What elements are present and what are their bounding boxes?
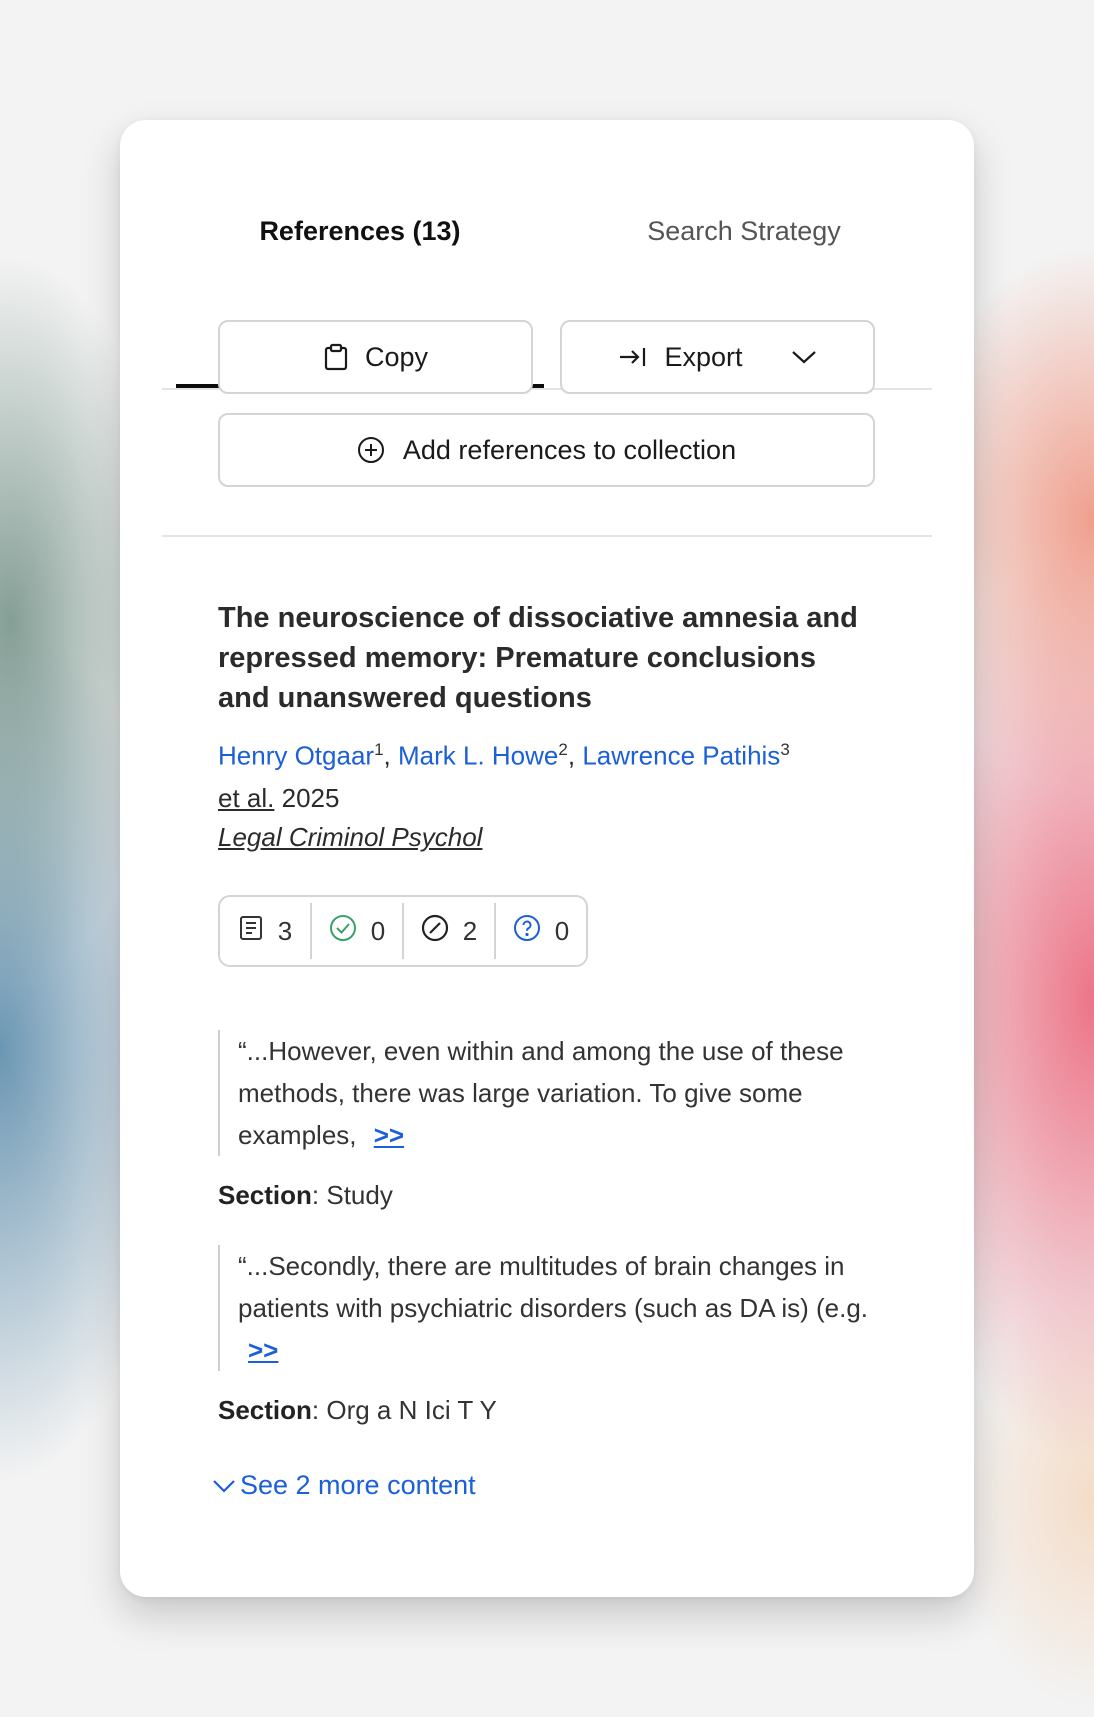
stat-mentions[interactable]: 3	[220, 897, 310, 965]
author-line: Henry Otgaar1, Mark L. Howe2, Lawrence P…	[218, 740, 790, 813]
see-more-content-link[interactable]: See 2 more content	[212, 1470, 476, 1501]
export-arrow-icon	[618, 345, 648, 369]
add-to-collection-button[interactable]: Add references to collection	[218, 413, 875, 487]
stat-contrasting[interactable]: 2	[402, 903, 494, 959]
section-divider	[162, 535, 932, 537]
add-to-collection-label: Add references to collection	[402, 434, 737, 465]
affiliation-number: 2	[558, 740, 568, 759]
export-label: Export	[664, 341, 743, 372]
section-value: : Org a N Ici T Y	[311, 1395, 497, 1425]
excerpt-section: Section: Org a N Ici T Y	[218, 1395, 497, 1426]
stat-count: 2	[462, 915, 478, 946]
excerpt-expand-link[interactable]: >>	[248, 1335, 278, 1365]
chevron-down-icon	[791, 349, 817, 365]
stat-count: 0	[554, 915, 570, 946]
excerpt-quote: “...However, even within and among the u…	[218, 1030, 878, 1156]
copy-label: Copy	[364, 341, 429, 372]
excerpt-section: Section: Study	[218, 1180, 393, 1211]
stat-count: 0	[370, 915, 386, 946]
author-link[interactable]: Henry Otgaar	[218, 741, 374, 771]
et-al-link[interactable]: et al.	[218, 783, 274, 813]
document-icon	[238, 915, 264, 948]
citation-stats: 3 0 2 0	[218, 895, 588, 967]
section-label: Section	[218, 1395, 312, 1425]
export-dropdown-button[interactable]: Export	[560, 320, 875, 394]
question-circle-icon	[513, 914, 541, 949]
section-label: Section	[218, 1180, 312, 1210]
author-link[interactable]: Lawrence Patihis	[582, 741, 780, 771]
stat-supporting[interactable]: 0	[310, 903, 402, 959]
references-panel: References (13) Search Strategy Copy Exp…	[120, 120, 974, 1597]
check-circle-icon	[329, 914, 357, 949]
copy-button[interactable]: Copy	[218, 320, 533, 394]
slash-circle-icon	[421, 914, 449, 949]
excerpt-quote: “...Secondly, there are multitudes of br…	[218, 1245, 878, 1371]
clipboard-icon	[323, 343, 349, 371]
stat-count: 3	[277, 915, 293, 946]
journal-link[interactable]: Legal Criminol Psychol	[218, 822, 482, 853]
author-link[interactable]: Mark L. Howe	[398, 741, 558, 771]
plus-circle-icon	[357, 436, 385, 464]
excerpt-text: “...Secondly, there are multitudes of br…	[238, 1251, 869, 1323]
chevron-down-icon	[212, 1470, 236, 1501]
section-value: : Study	[311, 1180, 393, 1210]
stat-mentioning-unclear[interactable]: 0	[494, 903, 586, 959]
affiliation-number: 3	[780, 740, 790, 759]
reference-title[interactable]: The neuroscience of dissociative amnesia…	[218, 598, 858, 718]
publication-year: 2025	[281, 782, 340, 813]
excerpt-expand-link[interactable]: >>	[374, 1120, 404, 1150]
excerpt-text: “...However, even within and among the u…	[238, 1036, 844, 1150]
affiliation-number: 1	[374, 740, 384, 759]
see-more-label: See 2 more content	[240, 1470, 476, 1500]
